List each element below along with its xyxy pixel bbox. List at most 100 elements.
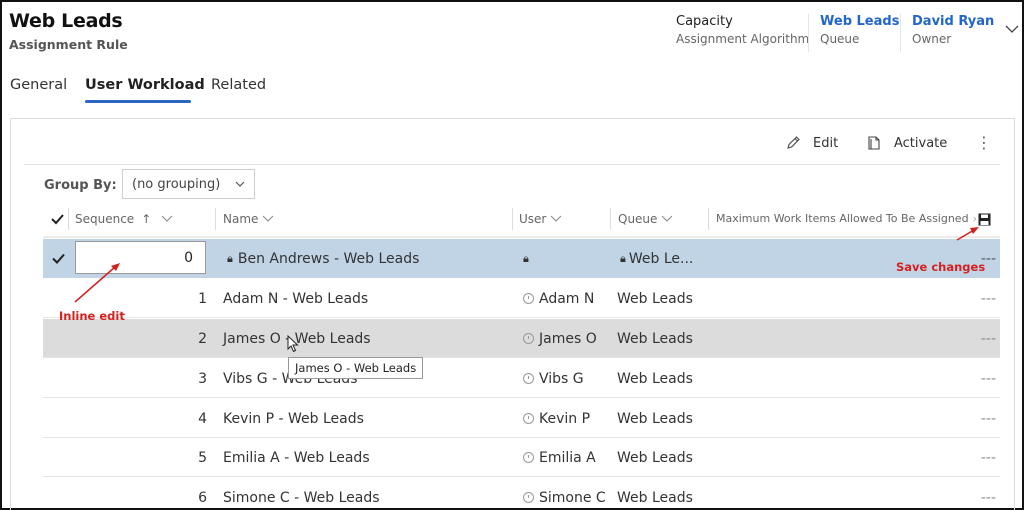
- record-entity: Assignment Rule: [9, 37, 128, 52]
- sequence-cell[interactable]: 4: [183, 399, 207, 438]
- owner-link[interactable]: David Ryan: [912, 14, 994, 29]
- sort-ascending-icon: ↑: [141, 212, 152, 226]
- user-icon: [523, 373, 534, 384]
- column-header-user[interactable]: User: [519, 212, 562, 226]
- user-cell[interactable]: Adam N: [523, 279, 594, 318]
- column-header-max-work-items[interactable]: Maximum Work Items Allowed To Be Assigne…: [716, 212, 977, 225]
- lock-icon: 🔒︎: [227, 251, 233, 265]
- name-cell[interactable]: 🔒︎ Ben Andrews - Web Leads: [227, 239, 419, 278]
- user-cell[interactable]: Emilia A: [523, 438, 596, 477]
- user-icon: [523, 413, 534, 424]
- table-row[interactable]: 2 James O - Web Leads James O Web Leads …: [43, 319, 1000, 358]
- sequence-cell[interactable]: 2: [183, 319, 207, 358]
- table-row[interactable]: 3 Vibs G - Web Leads Vibs G Web Leads --…: [43, 359, 1000, 398]
- queue-cell[interactable]: Web Leads: [617, 359, 693, 398]
- column-header-queue[interactable]: Queue: [618, 212, 673, 226]
- sequence-cell[interactable]: 1: [183, 279, 207, 318]
- column-header-label: Maximum Work Items Allowed To Be Assigne…: [716, 212, 969, 225]
- header-field-owner: David Ryan Owner: [912, 14, 994, 46]
- table-row[interactable]: 6 Simone C - Web Leads Simone C Web Lead…: [43, 478, 1000, 510]
- user-icon: [523, 333, 534, 344]
- sequence-cell[interactable]: 3: [183, 359, 207, 398]
- chevron-down-icon: ›: [972, 212, 977, 225]
- header-field-algorithm: Capacity Assignment Algorithm: [676, 14, 809, 46]
- edit-button[interactable]: Edit: [785, 135, 838, 151]
- user-icon: [523, 492, 534, 503]
- column-divider: [610, 208, 611, 230]
- queue-cell[interactable]: Web Leads: [617, 399, 693, 438]
- save-icon[interactable]: [978, 213, 991, 226]
- record-title: Web Leads: [9, 10, 123, 32]
- name-tooltip: James O - Web Leads: [288, 357, 424, 379]
- chevron-down-icon: [235, 181, 245, 187]
- column-divider: [215, 208, 216, 230]
- queue-cell[interactable]: Web Leads: [617, 319, 693, 358]
- sequence-cell[interactable]: 6: [183, 478, 207, 510]
- column-header-label: User: [519, 212, 547, 226]
- tab-user-workload[interactable]: User Workload: [85, 77, 205, 93]
- expand-header-chevron-icon[interactable]: [1005, 22, 1019, 36]
- activate-button-label: Activate: [894, 135, 948, 151]
- table-row[interactable]: 5 Emilia A - Web Leads Emilia A Web Lead…: [43, 438, 1000, 477]
- column-header-label: Name: [223, 212, 259, 226]
- max-work-items-cell[interactable]: ---: [981, 399, 996, 438]
- user-cell[interactable]: Kevin P: [523, 399, 590, 438]
- active-tab-indicator: [85, 100, 191, 103]
- select-all-checkmark-icon[interactable]: [51, 213, 64, 225]
- max-work-items-cell[interactable]: ---: [981, 478, 996, 510]
- table-row[interactable]: 4 Kevin P - Web Leads Kevin P Web Leads …: [43, 399, 1000, 438]
- group-by-select[interactable]: (no grouping): [122, 169, 255, 199]
- user-icon: [523, 452, 534, 463]
- queue-cell: 🔒︎ Web Le...: [620, 250, 694, 267]
- lock-icon: 🔒︎: [523, 251, 529, 265]
- header-field-value: Capacity: [676, 14, 733, 29]
- name-cell[interactable]: Adam N - Web Leads: [223, 279, 368, 318]
- activate-button[interactable]: Activate: [866, 135, 947, 151]
- user-cell: 🔒︎: [523, 239, 529, 278]
- chevron-down-icon: [662, 215, 673, 222]
- queue-cell[interactable]: Web Leads: [617, 438, 693, 477]
- sequence-inline-edit-input[interactable]: [75, 241, 206, 274]
- max-work-items-cell[interactable]: ---: [981, 359, 996, 398]
- queue-cell[interactable]: Web Leads: [617, 478, 693, 510]
- tab-general[interactable]: General: [10, 77, 67, 93]
- header-field-label: Owner: [912, 32, 952, 46]
- group-by-label: Group By:: [44, 178, 117, 193]
- edit-button-label: Edit: [813, 135, 839, 151]
- chevron-down-icon: [551, 215, 562, 222]
- mouse-cursor-icon: [287, 335, 299, 353]
- queue-cell[interactable]: Web Leads: [617, 279, 693, 318]
- name-cell[interactable]: Simone C - Web Leads: [223, 478, 380, 510]
- sequence-cell[interactable]: 5: [183, 438, 207, 477]
- chevron-down-icon: [263, 215, 274, 222]
- save-changes-annotation: Save changes: [896, 260, 986, 274]
- tab-related[interactable]: Related: [211, 77, 266, 93]
- column-divider: [708, 208, 709, 230]
- header-divider: [900, 14, 901, 52]
- user-cell[interactable]: Vibs G: [523, 359, 584, 398]
- group-by-value: (no grouping): [132, 176, 221, 192]
- name-cell[interactable]: Emilia A - Web Leads: [223, 438, 370, 477]
- user-cell[interactable]: Simone C: [523, 478, 606, 510]
- max-work-items-cell[interactable]: ---: [981, 279, 996, 318]
- activate-icon: [868, 136, 880, 150]
- inline-edit-annotation: Inline edit: [59, 309, 125, 323]
- header-field-queue: Web Leads Queue: [820, 14, 899, 46]
- column-header-sequence[interactable]: Sequence ↑: [75, 212, 173, 226]
- row-selected-checkmark-icon[interactable]: [52, 239, 65, 278]
- queue-link[interactable]: Web Leads: [820, 14, 899, 29]
- user-cell[interactable]: James O: [523, 319, 597, 358]
- header-divider: [808, 14, 809, 52]
- command-bar-divider: [24, 164, 1000, 165]
- lock-icon: 🔒︎: [620, 251, 626, 265]
- max-work-items-cell[interactable]: ---: [981, 438, 996, 477]
- column-divider: [68, 208, 69, 230]
- column-header-name[interactable]: Name: [223, 212, 274, 226]
- more-commands-icon[interactable]: ⋮: [976, 133, 992, 152]
- pencil-icon: [787, 136, 800, 149]
- column-header-label: Queue: [618, 212, 658, 226]
- column-header-label: Sequence: [75, 212, 135, 226]
- max-work-items-cell[interactable]: ---: [981, 319, 996, 358]
- name-cell[interactable]: Kevin P - Web Leads: [223, 399, 364, 438]
- table-row[interactable]: 1 Adam N - Web Leads Adam N Web Leads --…: [43, 279, 1000, 318]
